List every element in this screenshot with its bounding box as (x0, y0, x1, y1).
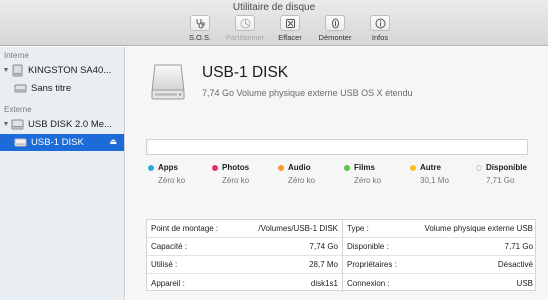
info-label: Infos (371, 33, 389, 42)
eject-icon[interactable]: ⏏ (109, 137, 117, 146)
info-row: Propriétaires : Désactivé (343, 256, 537, 274)
section-internal: Interne (4, 51, 29, 60)
disk-description: 7,74 Go Volume physique externe USB OS X… (202, 88, 413, 98)
apps-dot-icon (148, 164, 154, 171)
sos-button[interactable]: S.O.S. (178, 15, 222, 42)
erase-label: Effacer (278, 33, 302, 42)
erase-icon (286, 19, 295, 28)
hard-drive-icon (11, 118, 24, 131)
sidebar-item-usb-1-disk[interactable]: USB-1 DISK ⏏ (0, 134, 124, 151)
info-row: Point de montage :/Volumes/USB-1 DISK (147, 220, 342, 238)
sidebar-item-label: KINGSTON SA40... (28, 65, 112, 76)
hard-drive-icon (11, 64, 24, 77)
info-row: Appareil : disk1s1 (151, 278, 338, 288)
sidebar-item-sans-titre[interactable]: Sans titre (0, 80, 124, 97)
legend-audio: Audio Zéro ko (278, 162, 348, 185)
disk-name: USB-1 DISK (202, 64, 289, 81)
window-title: Utilitaire de disque (232, 2, 316, 13)
info-row: Capacité :7,74 Go (147, 238, 342, 256)
info-row: Utilisé :28,7 Mo (147, 256, 342, 274)
sidebar-item-label: Sans titre (31, 83, 72, 94)
free-dot-icon (476, 164, 482, 171)
external-disk-icon (150, 63, 186, 103)
other-dot-icon (410, 164, 416, 171)
legend-photos: Photos Zéro ko (212, 162, 282, 185)
info-table: Point de montage :/Volumes/USB-1 DISK Ca… (146, 219, 537, 292)
volume-icon (14, 136, 27, 149)
disclosure-triangle-icon[interactable]: ▼ (1, 121, 11, 128)
sidebar-item-kingston[interactable]: ▼ KINGSTON SA40... (0, 62, 124, 79)
partition-icon (240, 18, 251, 29)
photos-dot-icon (212, 164, 218, 171)
disclosure-triangle-icon[interactable]: ▼ (1, 67, 11, 74)
legend-disponible: Disponible 7,71 Go (476, 162, 546, 185)
info-button[interactable]: Infos (358, 15, 402, 42)
legend-films: Films Zéro ko (344, 162, 414, 185)
sidebar-item-usb-disk[interactable]: ▼ USB DISK 2.0 Me... (0, 116, 124, 133)
films-dot-icon (344, 164, 350, 171)
audio-dot-icon (278, 164, 284, 171)
toolbar: S.O.S. Partitionner Effacer Démonter Inf… (178, 15, 403, 42)
erase-button[interactable]: Effacer (268, 15, 312, 42)
sos-label: S.O.S. (188, 33, 212, 42)
partition-label: Partitionner (225, 33, 265, 42)
volume-icon (14, 82, 27, 95)
unmount-button[interactable]: Démonter (313, 15, 357, 42)
info-icon (375, 18, 386, 29)
sidebar: Interne ▼ KINGSTON SA40... Sans titre Ex… (0, 47, 125, 300)
stethoscope-icon (196, 19, 205, 29)
title-bar: Utilitaire de disque S.O.S. Partitionner… (0, 0, 548, 46)
info-row: Disponible :7,71 Go (343, 238, 537, 256)
sidebar-item-label: USB-1 DISK (31, 137, 84, 148)
usage-bar (146, 139, 528, 155)
info-column-right: Type : Volume physique externe USB Dispon… (342, 220, 537, 292)
unmount-label: Démonter (318, 33, 352, 42)
section-external: Externe (4, 105, 32, 114)
sidebar-item-label: USB DISK 2.0 Me... (28, 119, 112, 130)
info-row: Connexion : USB (347, 278, 533, 288)
usage-legend: Apps Zéro ko Photos Zéro ko Audio Zéro k… (146, 162, 546, 192)
main-pane: USB-1 DISK 7,74 Go Volume physique exter… (126, 47, 548, 300)
legend-apps: Apps Zéro ko (148, 162, 218, 185)
info-column-left: Point de montage :/Volumes/USB-1 DISK Ca… (147, 220, 342, 292)
partition-button[interactable]: Partitionner (223, 15, 267, 42)
unmount-icon (332, 18, 339, 29)
usage-bar-fill (147, 140, 149, 154)
info-row: Type : Volume physique externe USB (343, 220, 537, 238)
legend-autre: Autre 30,1 Mo (410, 162, 480, 185)
